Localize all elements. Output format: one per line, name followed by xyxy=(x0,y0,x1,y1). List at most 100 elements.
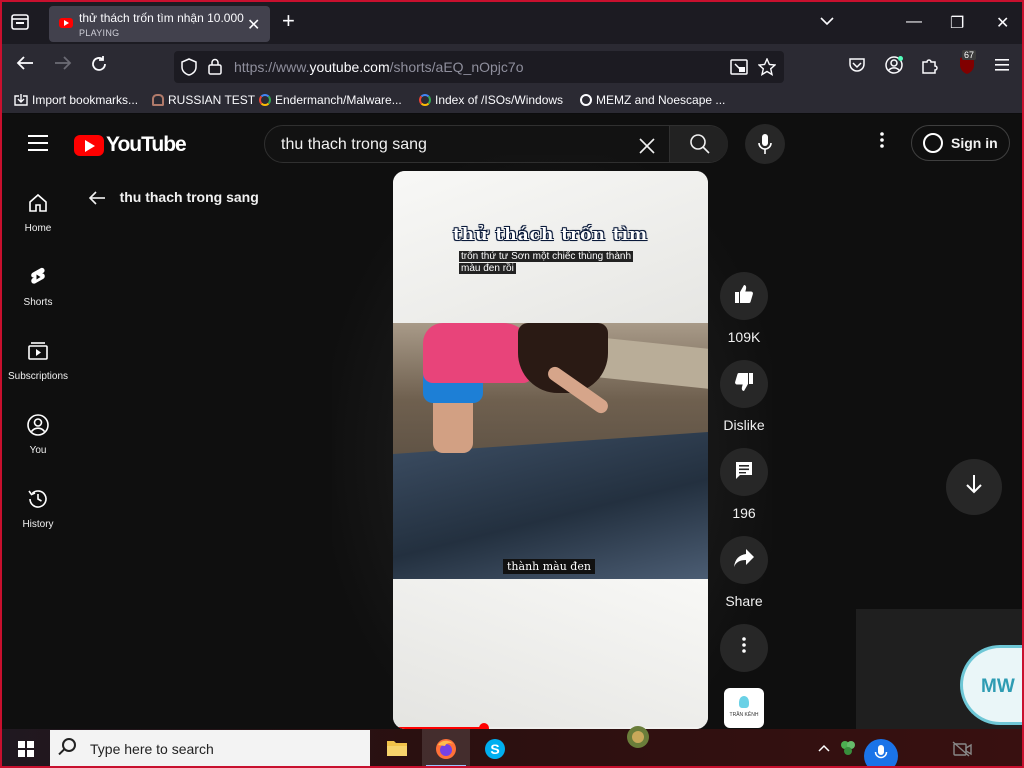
active-tab[interactable]: thử thách trốn tìm nhận 10.000 PLAYING ✕ xyxy=(49,6,270,42)
video-caption-text: trốn thứ tư Sơn một chiếc thùng thành mà… xyxy=(459,251,634,274)
more-vertical-icon xyxy=(720,636,768,661)
pocket-icon[interactable] xyxy=(848,56,866,79)
shorts-icon xyxy=(26,265,50,289)
you-icon xyxy=(26,413,50,437)
like-button[interactable]: 109K xyxy=(720,272,768,345)
new-tab-button[interactable]: + xyxy=(282,10,295,32)
taskbar-search-box[interactable]: Type here to search xyxy=(50,730,370,766)
bookmark-import[interactable]: Import bookmarks... xyxy=(14,93,138,107)
youtube-favicon-icon xyxy=(59,18,73,28)
video-frame: thành màu đen xyxy=(393,323,708,579)
shorts-video-player[interactable]: thử thách trốn tìm trốn thứ tư Sơn một c… xyxy=(393,171,708,729)
sign-in-button[interactable]: Sign in xyxy=(911,125,1010,161)
microphone-icon xyxy=(758,134,772,154)
tab-list-button[interactable] xyxy=(10,13,32,33)
account-circle-icon xyxy=(923,133,943,153)
show-hidden-icons-chevron-icon[interactable] xyxy=(818,739,830,755)
site-favicon-icon xyxy=(152,94,164,106)
next-video-button[interactable] xyxy=(946,459,1002,515)
channel-avatar[interactable]: TRẦN KÊNH xyxy=(724,688,764,728)
search-input[interactable]: thu thach trong sang xyxy=(281,136,427,154)
settings-more-icon[interactable] xyxy=(879,131,885,155)
reload-icon[interactable] xyxy=(90,55,108,78)
guide-menu-icon[interactable] xyxy=(28,135,48,156)
video-headline-text: thử thách trốn tìm xyxy=(452,225,649,245)
globe-icon xyxy=(580,94,592,106)
dislike-button[interactable]: Dislike xyxy=(720,360,768,433)
extension-badge-count: 67 xyxy=(962,50,977,60)
video-top-panel xyxy=(393,171,708,323)
bookmark-star-icon[interactable] xyxy=(757,57,777,81)
back-arrow-icon[interactable] xyxy=(16,55,34,76)
share-button[interactable]: Share xyxy=(720,536,768,609)
tab-title: thử thách trốn tìm nhận 10.000 xyxy=(79,11,244,25)
youtube-page: YouTube thu thach trong sang Sign in Hom… xyxy=(2,115,1022,755)
address-bar[interactable]: https://www.youtube.com/shorts/aEQ_nOpjc… xyxy=(174,51,784,83)
voice-access-microphone-icon[interactable] xyxy=(864,739,898,766)
navigation-toolbar: https://www.youtube.com/shorts/aEQ_nOpjc… xyxy=(2,44,1022,88)
history-icon xyxy=(26,487,50,511)
google-icon xyxy=(259,94,271,106)
like-count: 109K xyxy=(727,329,761,345)
lock-icon[interactable] xyxy=(208,58,222,80)
bookmark-endermanch[interactable]: Endermanch/Malware... xyxy=(259,93,402,107)
tab-playing-status: PLAYING xyxy=(79,28,120,38)
tab-bar: thử thách trốn tìm nhận 10.000 PLAYING ✕… xyxy=(2,2,1022,44)
subscriptions-icon xyxy=(26,339,50,363)
extensions-puzzle-icon[interactable] xyxy=(920,55,940,80)
import-icon xyxy=(14,94,28,106)
thumbs-up-icon xyxy=(720,284,768,311)
account-icon[interactable] xyxy=(884,55,904,80)
ublock-extension-icon[interactable]: 67 xyxy=(956,50,978,81)
guide-item-you[interactable]: You xyxy=(2,413,74,456)
bookmark-russian-test[interactable]: RUSSIAN TEST xyxy=(152,93,255,107)
skype-icon[interactable]: S xyxy=(484,738,506,759)
share-arrow-icon xyxy=(720,548,768,575)
comment-icon xyxy=(720,460,768,487)
thumbs-down-icon xyxy=(720,372,768,399)
more-actions-button[interactable] xyxy=(720,624,768,672)
back-to-search-link[interactable]: thu thach trong sang xyxy=(88,187,259,210)
search-icon xyxy=(62,738,76,752)
video-bottom-panel xyxy=(393,579,708,729)
home-icon xyxy=(26,191,50,215)
svg-text:S: S xyxy=(490,741,499,757)
windows-start-icon[interactable] xyxy=(18,741,34,757)
search-icon xyxy=(690,134,710,154)
close-tab-icon[interactable]: ✕ xyxy=(247,15,260,35)
minimize-button[interactable]: — xyxy=(906,13,922,31)
tracking-protection-shield-icon[interactable] xyxy=(181,58,197,81)
bookmarks-toolbar: Import bookmarks... RUSSIAN TEST Enderma… xyxy=(2,88,1022,114)
dislike-label: Dislike xyxy=(723,417,765,433)
close-window-button[interactable]: ✕ xyxy=(996,13,1009,33)
browser-window: thử thách trốn tìm nhận 10.000 PLAYING ✕… xyxy=(0,0,1024,768)
comments-button[interactable]: 196 xyxy=(720,448,768,521)
comment-count: 196 xyxy=(732,505,756,521)
guide-item-shorts[interactable]: Shorts xyxy=(2,265,74,308)
youtube-play-icon xyxy=(74,134,104,156)
bookmark-isos[interactable]: Index of /ISOs/Windows xyxy=(419,93,563,107)
app-menu-hamburger-icon[interactable] xyxy=(994,56,1010,77)
windows-taskbar: Type here to search S xyxy=(2,726,1022,766)
google-icon xyxy=(419,94,431,106)
tab-list-icon xyxy=(11,14,29,30)
guide-item-home[interactable]: Home xyxy=(2,191,74,234)
picture-in-picture-icon[interactable] xyxy=(730,59,748,80)
share-label: Share xyxy=(725,593,763,609)
guide-item-subscriptions[interactable]: Subscriptions xyxy=(2,339,74,382)
restore-button[interactable]: ❐ xyxy=(950,13,964,33)
pinned-app-icon[interactable] xyxy=(624,723,649,748)
arrow-down-icon xyxy=(946,473,1002,501)
url-text: https://www.youtube.com/shorts/aEQ_nOpjc… xyxy=(234,59,524,75)
camera-off-icon[interactable] xyxy=(952,741,974,761)
firefox-icon[interactable] xyxy=(435,738,457,759)
file-explorer-icon[interactable] xyxy=(386,738,408,758)
bookmark-memz[interactable]: MEMZ and Noescape ... xyxy=(580,93,725,107)
youtube-logo[interactable]: YouTube xyxy=(74,133,187,157)
list-all-tabs-chevron-icon[interactable] xyxy=(820,13,834,31)
video-subtitle: thành màu đen xyxy=(503,559,595,574)
tray-app-icon[interactable] xyxy=(840,740,862,760)
lightbulb-icon xyxy=(739,696,749,708)
guide-item-history[interactable]: History xyxy=(2,487,74,530)
forward-arrow-icon[interactable] xyxy=(54,55,72,76)
